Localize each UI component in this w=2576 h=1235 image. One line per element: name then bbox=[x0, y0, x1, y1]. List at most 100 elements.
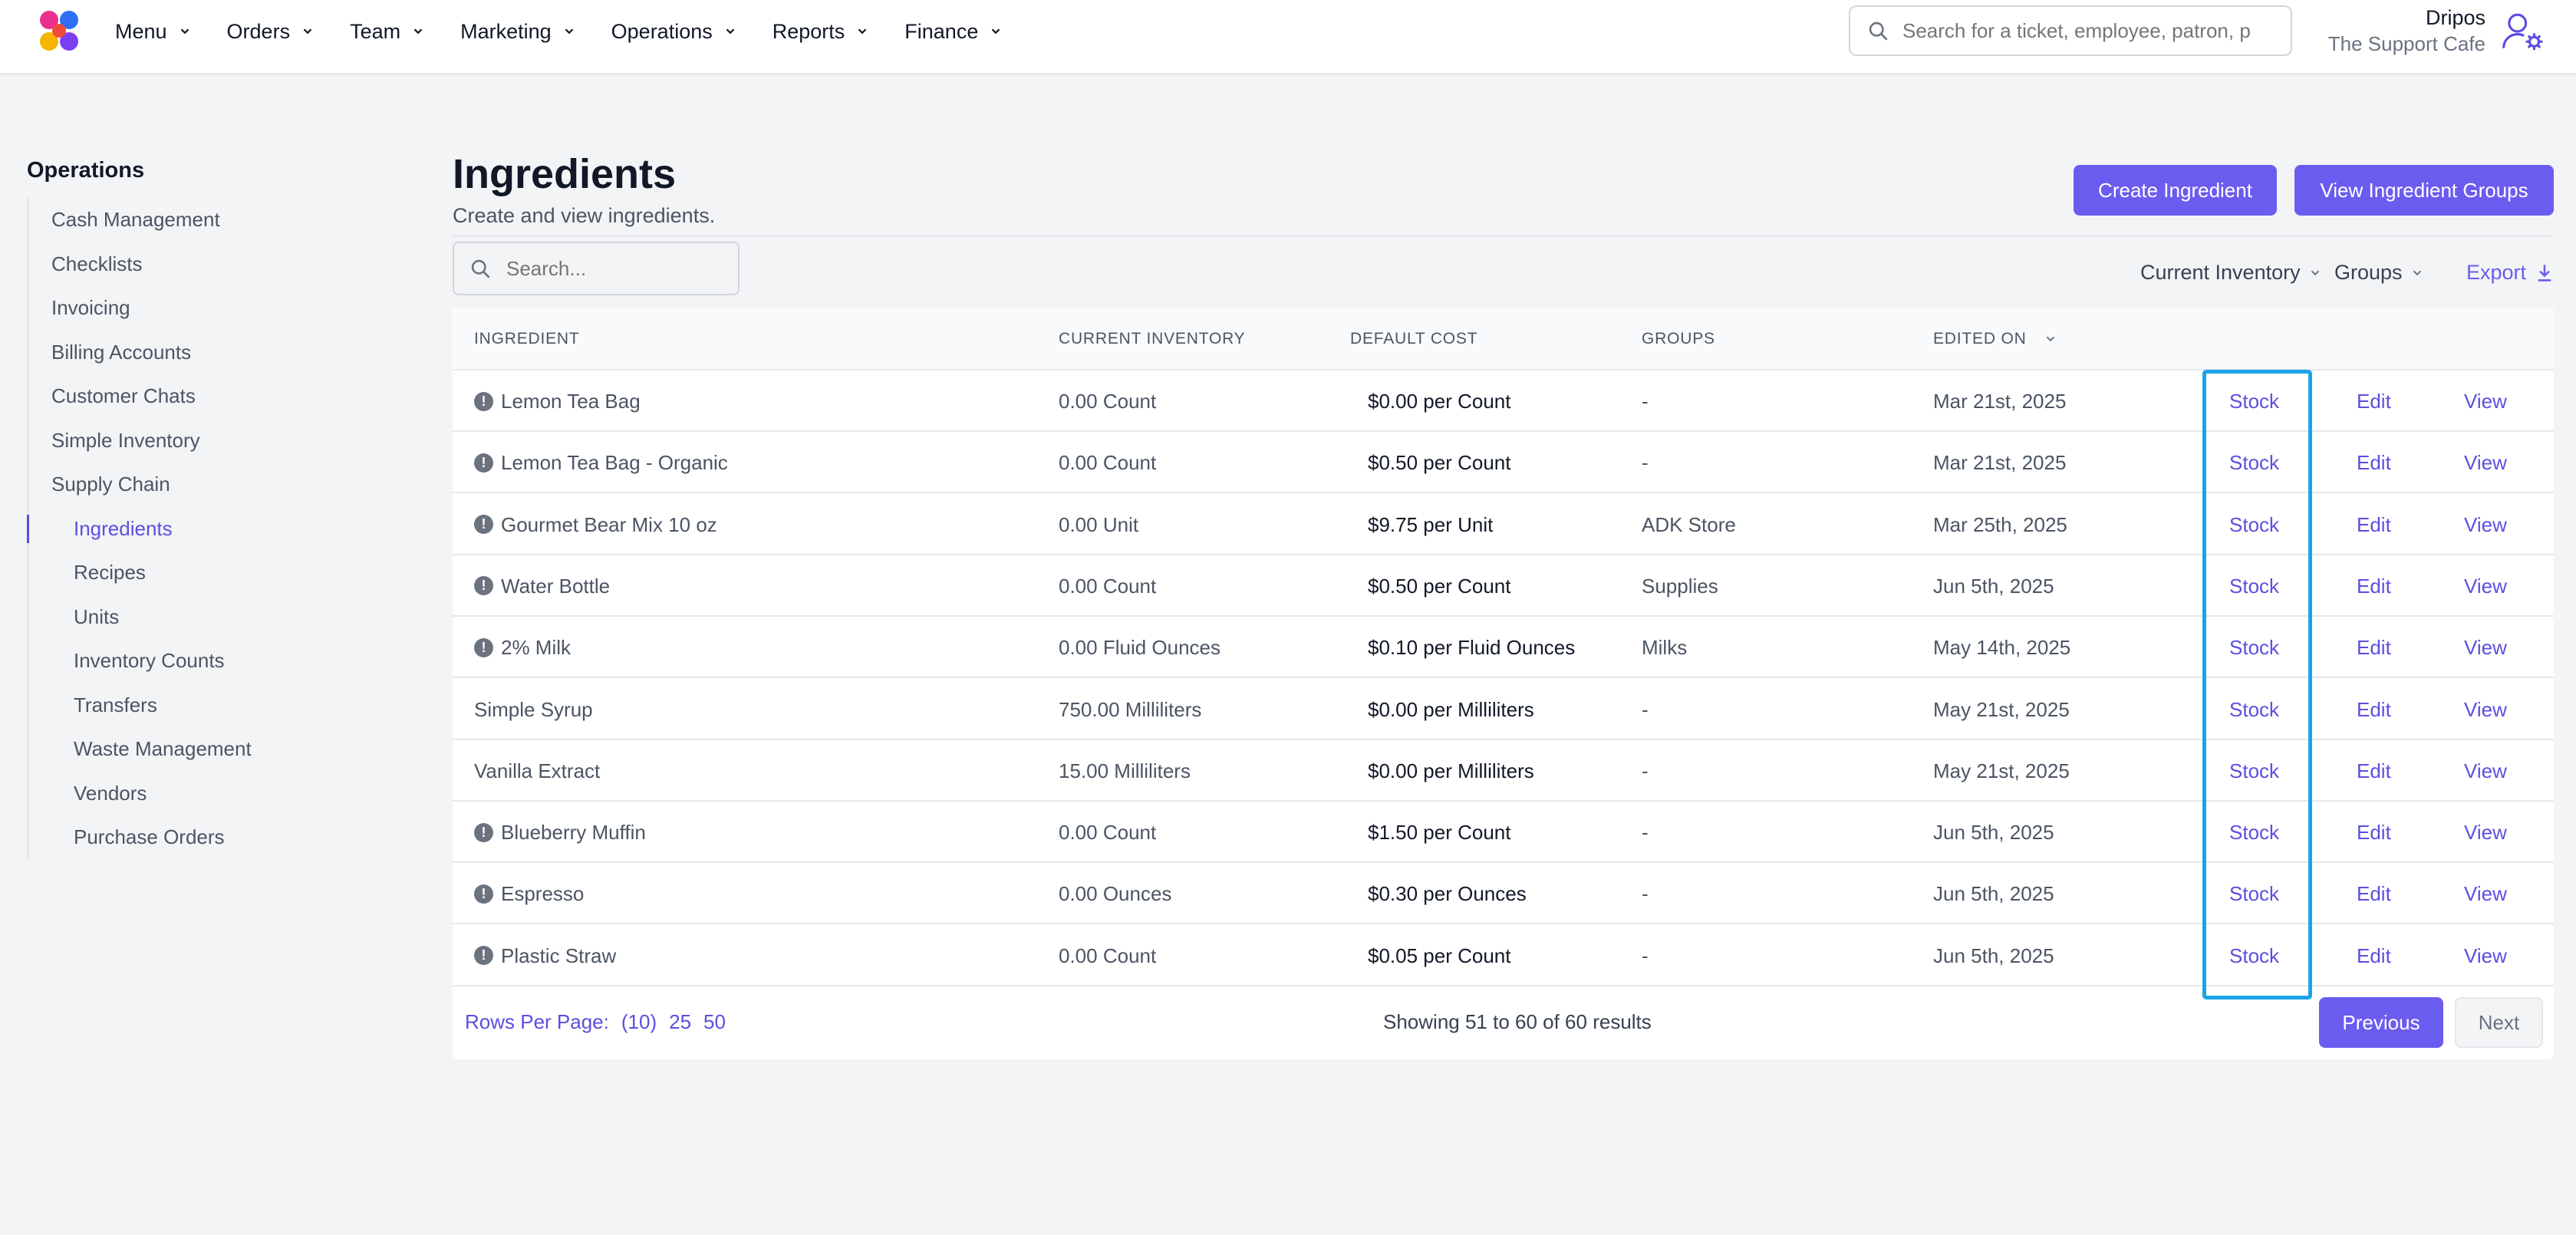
sidebar-item-purchase-orders[interactable]: Purchase Orders bbox=[29, 815, 380, 860]
edit-link[interactable]: Edit bbox=[2357, 617, 2391, 678]
stock-link[interactable]: Stock bbox=[2229, 679, 2279, 740]
view-link[interactable]: View bbox=[2464, 555, 2507, 617]
header-edited-on[interactable]: EDITED ON bbox=[1933, 308, 2057, 370]
download-icon bbox=[2538, 264, 2551, 282]
current-inventory-filter[interactable]: Current Inventory bbox=[2140, 261, 2322, 285]
view-link[interactable]: View bbox=[2464, 925, 2507, 986]
view-link[interactable]: View bbox=[2464, 740, 2507, 802]
view-link[interactable]: View bbox=[2464, 863, 2507, 924]
nav-reports-label: Reports bbox=[772, 19, 845, 43]
main-nav: Menu Orders Team Marketing Operations Re… bbox=[115, 0, 1038, 63]
sidebar-item-ingredients[interactable]: Ingredients bbox=[27, 507, 380, 552]
warning-icon: ! bbox=[474, 391, 493, 411]
stock-link[interactable]: Stock bbox=[2229, 802, 2279, 863]
edit-link[interactable]: Edit bbox=[2357, 679, 2391, 740]
stock-link[interactable]: Stock bbox=[2229, 740, 2279, 802]
user-block[interactable]: Dripos The Support Cafe bbox=[2328, 5, 2485, 57]
table-row: Vanilla Extract 15.00 Milliliters $0.00 … bbox=[453, 740, 2554, 802]
view-link[interactable]: View bbox=[2464, 679, 2507, 740]
global-search[interactable] bbox=[1849, 5, 2292, 56]
stock-link[interactable]: Stock bbox=[2229, 863, 2279, 924]
table-search[interactable] bbox=[453, 242, 740, 295]
export-button[interactable]: Export bbox=[2466, 261, 2554, 285]
edit-link[interactable]: Edit bbox=[2357, 555, 2391, 617]
view-link[interactable]: View bbox=[2464, 494, 2507, 555]
chevron-down-icon bbox=[992, 28, 1000, 35]
sidebar-item-vendors[interactable]: Vendors bbox=[29, 772, 380, 816]
header-groups[interactable]: GROUPS bbox=[1642, 308, 1715, 370]
table-search-input[interactable] bbox=[506, 256, 729, 281]
create-ingredient-button[interactable]: Create Ingredient bbox=[2074, 165, 2277, 216]
groups-cell: - bbox=[1642, 821, 1649, 845]
current-inventory-cell: 0.00 Fluid Ounces bbox=[1059, 636, 1221, 660]
view-ingredient-groups-button[interactable]: View Ingredient Groups bbox=[2294, 165, 2554, 216]
global-search-input[interactable] bbox=[1902, 18, 2263, 43]
user-settings-icon[interactable] bbox=[2501, 9, 2545, 54]
sidebar-item-cash-management[interactable]: Cash Management bbox=[29, 198, 380, 242]
sidebar-item-simple-inventory[interactable]: Simple Inventory bbox=[29, 419, 380, 463]
warning-icon: ! bbox=[474, 453, 493, 473]
stock-link[interactable]: Stock bbox=[2229, 617, 2279, 678]
nav-reports[interactable]: Reports bbox=[772, 20, 870, 44]
default-cost-cell: $0.10 per Fluid Ounces bbox=[1368, 636, 1576, 660]
view-link[interactable]: View bbox=[2464, 617, 2507, 678]
sidebar-item-invoicing[interactable]: Invoicing bbox=[29, 286, 380, 331]
header-ingredient[interactable]: INGREDIENT bbox=[474, 308, 580, 370]
previous-page-button[interactable]: Previous bbox=[2319, 997, 2443, 1048]
rows-per-page-option[interactable]: (10) bbox=[621, 1010, 657, 1034]
stock-link[interactable]: Stock bbox=[2229, 432, 2279, 493]
header-default-cost[interactable]: DEFAULT COST bbox=[1350, 308, 1477, 370]
groups-cell: ADK Store bbox=[1642, 512, 1736, 536]
default-cost-cell: $0.50 per Count bbox=[1368, 574, 1511, 598]
nav-operations[interactable]: Operations bbox=[611, 20, 737, 44]
dripos-logo[interactable] bbox=[35, 8, 84, 57]
sidebar-item-inventory-counts[interactable]: Inventory Counts bbox=[29, 639, 380, 683]
edit-link[interactable]: Edit bbox=[2357, 370, 2391, 432]
sidebar-item-units[interactable]: Units bbox=[29, 595, 380, 640]
sidebar-item-waste-management[interactable]: Waste Management bbox=[29, 727, 380, 772]
nav-finance[interactable]: Finance bbox=[904, 20, 1003, 44]
current-inventory-cell: 0.00 Count bbox=[1059, 390, 1157, 413]
groups-filter[interactable]: Groups bbox=[2334, 261, 2424, 285]
next-page-button[interactable]: Next bbox=[2455, 997, 2543, 1048]
sidebar-item-recipes[interactable]: Recipes bbox=[29, 551, 380, 595]
edit-link[interactable]: Edit bbox=[2357, 802, 2391, 863]
edit-link[interactable]: Edit bbox=[2357, 432, 2391, 493]
nav-orders-label: Orders bbox=[226, 19, 291, 43]
groups-filter-label: Groups bbox=[2334, 261, 2403, 284]
sidebar-item-supply-chain[interactable]: Supply Chain bbox=[29, 463, 380, 507]
edit-link[interactable]: Edit bbox=[2357, 925, 2391, 986]
export-label: Export bbox=[2466, 261, 2527, 284]
nav-orders[interactable]: Orders bbox=[227, 20, 315, 44]
stock-link[interactable]: Stock bbox=[2229, 555, 2279, 617]
sidebar-item-transfers[interactable]: Transfers bbox=[29, 683, 380, 728]
ingredient-name-cell: ! 2% Milk bbox=[474, 617, 571, 678]
view-link[interactable]: View bbox=[2464, 802, 2507, 863]
sidebar-item-customer-chats[interactable]: Customer Chats bbox=[29, 374, 380, 419]
stock-link[interactable]: Stock bbox=[2229, 494, 2279, 555]
nav-team[interactable]: Team bbox=[350, 20, 425, 44]
stock-link[interactable]: Stock bbox=[2229, 370, 2279, 432]
header-current-inventory[interactable]: CURRENT INVENTORY bbox=[1059, 308, 1245, 370]
rows-per-page-label: Rows Per Page: bbox=[465, 1010, 609, 1033]
rows-per-page-option[interactable]: 25 bbox=[669, 1010, 691, 1034]
groups-cell: - bbox=[1642, 759, 1649, 782]
default-cost-cell: $0.00 per Milliliters bbox=[1368, 759, 1534, 782]
groups-cell: - bbox=[1642, 882, 1649, 906]
sidebar-item-billing-accounts[interactable]: Billing Accounts bbox=[29, 331, 380, 375]
edit-link[interactable]: Edit bbox=[2357, 863, 2391, 924]
nav-marketing[interactable]: Marketing bbox=[460, 20, 576, 44]
table-row: ! Espresso 0.00 Ounces $0.30 per Ounces … bbox=[453, 863, 2554, 925]
view-link[interactable]: View bbox=[2464, 370, 2507, 432]
view-link[interactable]: View bbox=[2464, 432, 2507, 493]
stock-link[interactable]: Stock bbox=[2229, 925, 2279, 986]
table-row: ! Lemon Tea Bag - Organic 0.00 Count $0.… bbox=[453, 432, 2554, 494]
edit-link[interactable]: Edit bbox=[2357, 494, 2391, 555]
default-cost-cell: $0.00 per Count bbox=[1368, 390, 1511, 413]
edit-link[interactable]: Edit bbox=[2357, 740, 2391, 802]
sidebar-item-checklists[interactable]: Checklists bbox=[29, 242, 380, 287]
rows-per-page-option[interactable]: 50 bbox=[703, 1010, 726, 1034]
nav-menu[interactable]: Menu bbox=[115, 20, 192, 44]
table-header: INGREDIENT CURRENT INVENTORY DEFAULT COS… bbox=[453, 308, 2554, 370]
warning-icon: ! bbox=[474, 637, 493, 657]
